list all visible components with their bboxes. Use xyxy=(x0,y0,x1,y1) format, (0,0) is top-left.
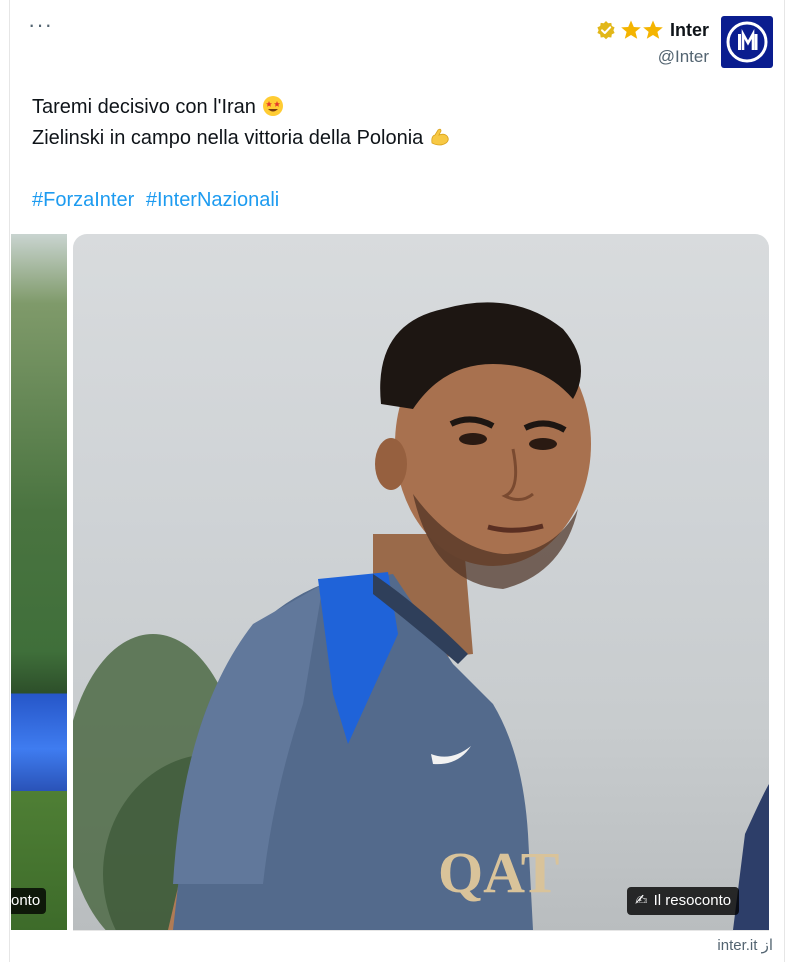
writing-hand-icon: ✍ xyxy=(635,892,648,909)
tweet-author: Inter @Inter xyxy=(596,16,773,68)
media-caption-text: Il resoconto xyxy=(653,892,732,909)
flexed-biceps-emoji-icon xyxy=(429,126,451,148)
shirt-sponsor-text: QAT xyxy=(438,840,559,905)
frame-border-right xyxy=(784,0,785,962)
frame-border-left xyxy=(9,0,10,962)
media-divider xyxy=(73,930,769,931)
tweet-text: Taremi decisivo con l'Iran Zielinski in … xyxy=(32,92,732,216)
inter-logo-icon xyxy=(726,21,768,63)
tweet-line-text: Taremi decisivo con l'Iran xyxy=(32,96,256,118)
media-caption-badge[interactable]: ✍ Il resoconto xyxy=(627,887,740,915)
tweet-line-text: Zielinski in campo nella vittoria della … xyxy=(32,127,424,149)
author-text: Inter @Inter xyxy=(596,16,709,67)
more-options-button[interactable]: ··· xyxy=(28,14,56,40)
player-photo-illustration: QAT xyxy=(73,302,769,930)
author-name-row: Inter xyxy=(596,16,709,44)
star-icon xyxy=(642,19,664,41)
star-icon xyxy=(620,19,642,41)
verified-gold-badge-icon xyxy=(596,20,616,40)
tweet-line: Taremi decisivo con l'Iran xyxy=(32,92,732,123)
tweet-line: Zielinski in campo nella vittoria della … xyxy=(32,123,732,154)
source-link[interactable]: inter.it از xyxy=(717,936,773,954)
star-struck-emoji-icon xyxy=(262,95,284,117)
media-main-image[interactable]: QAT xyxy=(73,234,769,930)
author-display-name[interactable]: Inter xyxy=(670,20,709,41)
hashtag-row: #ForzaInter #InterNazionali xyxy=(32,185,732,216)
previous-image-caption[interactable]: onto xyxy=(11,888,47,914)
author-avatar[interactable] xyxy=(721,16,773,68)
hashtag-link[interactable]: #ForzaInter xyxy=(32,189,134,211)
hashtag-link[interactable]: #InterNazionali xyxy=(146,189,279,211)
author-handle[interactable]: @Inter xyxy=(596,47,709,67)
media-previous-image[interactable] xyxy=(11,234,67,930)
